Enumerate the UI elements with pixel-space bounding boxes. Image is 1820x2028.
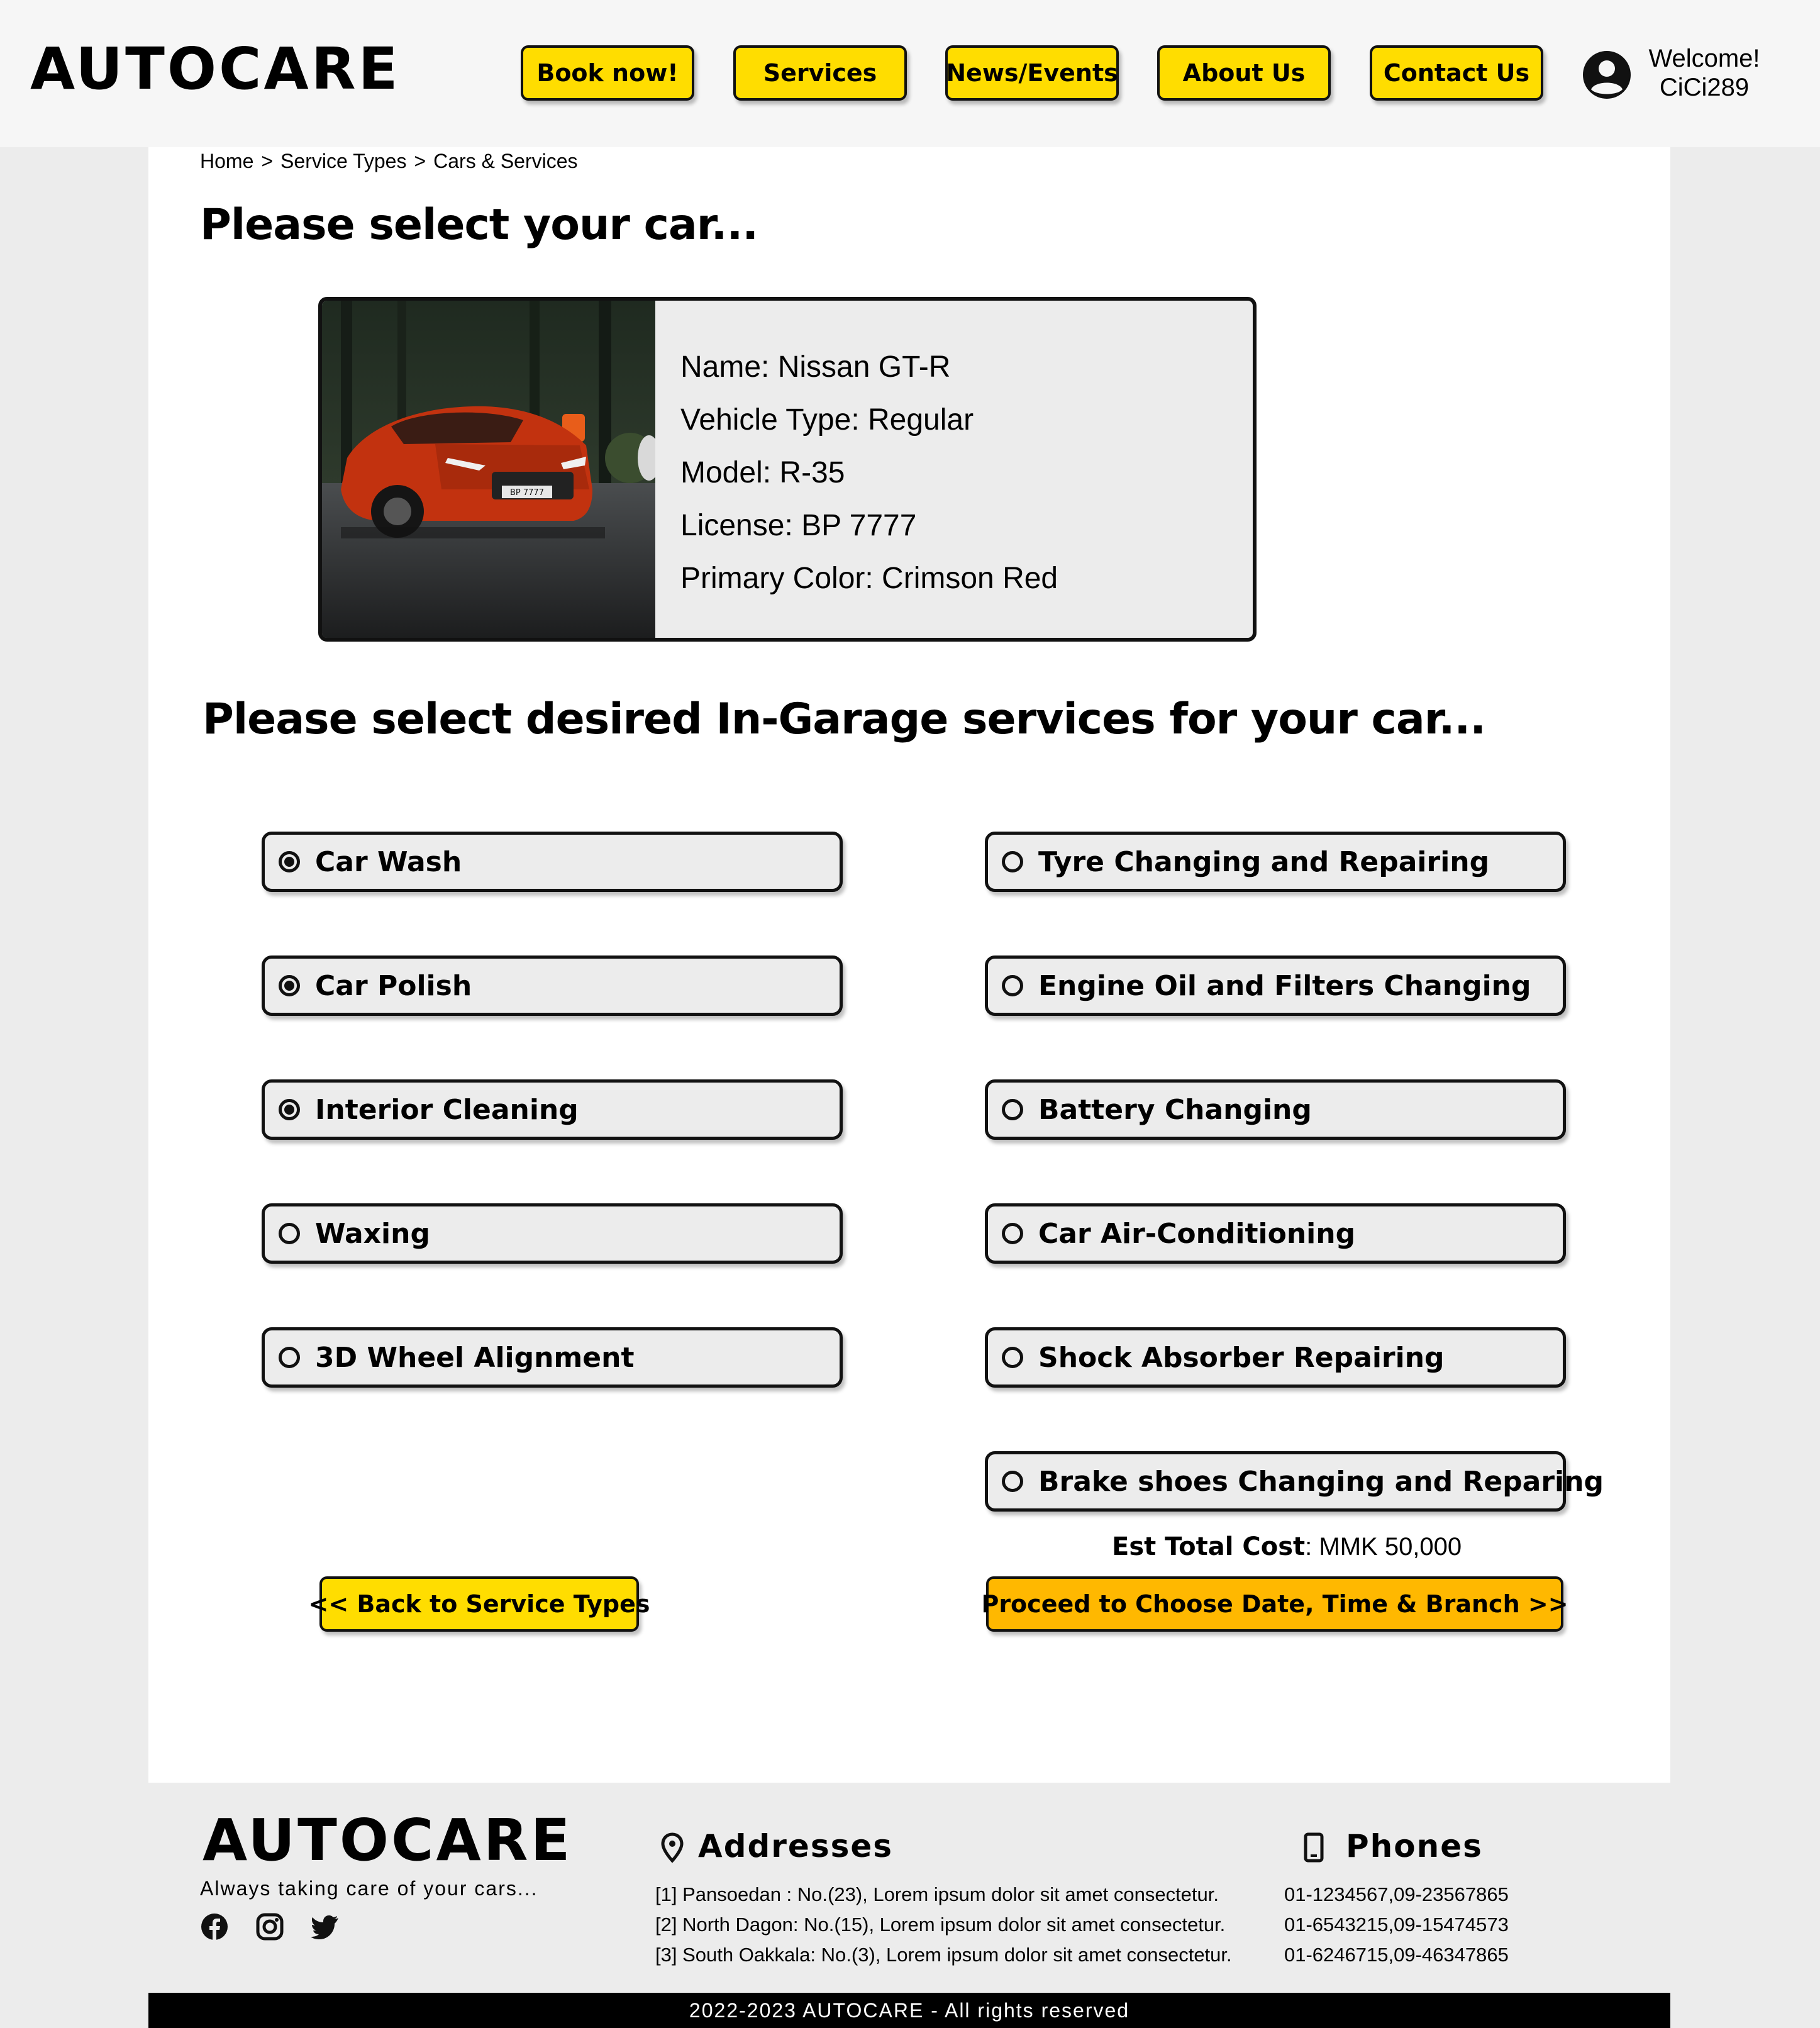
car-vehicle-type: Vehicle Type: Regular: [680, 403, 974, 437]
service-label: Car Wash: [315, 845, 462, 878]
footer-tagline: Always taking care of your cars...: [200, 1877, 538, 1900]
car-license: License: BP 7777: [680, 509, 917, 542]
service-label: Tyre Changing and Repairing: [1038, 845, 1490, 878]
radio-unselected-icon[interactable]: [1002, 975, 1023, 996]
estimated-total-cost: Est Total Cost: MMK 50,000: [1112, 1532, 1462, 1561]
welcome-label: Welcome!: [1648, 45, 1760, 72]
instagram-icon[interactable]: [255, 1912, 284, 1941]
car-details: Name: Nissan GT-R Vehicle Type: Regular …: [680, 341, 1058, 605]
cost-value: : MMK 50,000: [1305, 1533, 1462, 1561]
radio-selected-icon[interactable]: [279, 975, 300, 996]
service-option-engine-oil[interactable]: Engine Oil and Filters Changing: [985, 956, 1566, 1016]
service-option-air-conditioning[interactable]: Car Air-Conditioning: [985, 1203, 1566, 1264]
username-label[interactable]: CiCi289: [1635, 73, 1773, 102]
breadcrumb-separator: >: [414, 150, 426, 172]
phone-item[interactable]: 01-1234567,09-23567865: [1284, 1880, 1509, 1910]
phone-item[interactable]: 01-6246715,09-46347865: [1284, 1940, 1509, 1970]
service-option-car-wash[interactable]: Car Wash: [262, 832, 843, 892]
service-option-car-polish[interactable]: Car Polish: [262, 956, 843, 1016]
service-option-waxing[interactable]: Waxing: [262, 1203, 843, 1264]
service-option-battery-changing[interactable]: Battery Changing: [985, 1079, 1566, 1140]
user-account-icon[interactable]: [1581, 49, 1633, 101]
service-option-tyre-changing[interactable]: Tyre Changing and Repairing: [985, 832, 1566, 892]
car-card[interactable]: BP 7777 Name: Nissan GT-R Vehicle Type: …: [318, 297, 1257, 642]
breadcrumb-home-link[interactable]: Home: [200, 150, 253, 172]
addresses-heading: Addresses: [698, 1828, 894, 1864]
main-content: Home > Service Types > Cars & Services Pleas…: [148, 147, 1670, 1783]
site-logo[interactable]: AUTOCARE: [30, 40, 400, 98]
addresses-list: [1] Pansoedan : No.(23), Lorem ipsum dol…: [655, 1880, 1232, 1970]
nav-contact-us-button[interactable]: Contact Us: [1370, 45, 1543, 101]
address-item: [1] Pansoedan : No.(23), Lorem ipsum dol…: [655, 1883, 1219, 1905]
car-primary-color: Primary Color: Crimson Red: [680, 562, 1058, 595]
radio-selected-icon[interactable]: [279, 851, 300, 872]
nav-about-us-button[interactable]: About Us: [1157, 45, 1331, 101]
service-label: 3D Wheel Alignment: [315, 1341, 635, 1374]
breadcrumb-service-types-link[interactable]: Service Types: [280, 150, 406, 172]
radio-unselected-icon[interactable]: [1002, 1347, 1023, 1368]
service-label: Waxing: [315, 1217, 430, 1250]
service-label: Car Air-Conditioning: [1038, 1217, 1356, 1250]
service-option-shock-absorber[interactable]: Shock Absorber Repairing: [985, 1327, 1566, 1388]
phone-icon: [1304, 1832, 1324, 1863]
address-item: [2] North Dagon: No.(15), Lorem ipsum do…: [655, 1914, 1226, 1936]
footer-logo[interactable]: AUTOCARE: [203, 1812, 572, 1869]
select-services-heading: Please select desired In-Garage services…: [203, 694, 1486, 744]
twitter-icon[interactable]: [311, 1912, 340, 1941]
car-photo: BP 7777: [322, 301, 655, 638]
phones-list: 01-1234567,09-23567865 01-6543215,09-154…: [1284, 1880, 1509, 1970]
service-label: Battery Changing: [1038, 1093, 1312, 1126]
proceed-button[interactable]: Proceed to Choose Date, Time & Branch >>: [981, 1576, 1568, 1632]
nav-services-button[interactable]: Services: [733, 45, 907, 101]
car-model: Model: R-35: [680, 456, 845, 489]
back-to-service-types-button[interactable]: << Back to Service Types: [308, 1576, 650, 1632]
location-pin-icon: [661, 1832, 684, 1863]
service-option-interior-cleaning[interactable]: Interior Cleaning: [262, 1079, 843, 1140]
breadcrumb: Home > Service Types > Cars & Services: [200, 147, 582, 175]
copyright-bar: 2022-2023 AUTOCARE - All rights reserved: [148, 1993, 1670, 2028]
car-name: Name: Nissan GT-R: [680, 350, 951, 384]
service-label: Brake shoes Changing and Reparing: [1038, 1465, 1604, 1498]
nav-news-events-button[interactable]: News/Events: [945, 45, 1119, 101]
radio-unselected-icon[interactable]: [279, 1223, 300, 1244]
radio-selected-icon[interactable]: [279, 1099, 300, 1120]
address-item: [3] South Oakkala: No.(3), Lorem ipsum d…: [655, 1944, 1232, 1966]
phones-heading: Phones: [1346, 1828, 1483, 1864]
service-label: Engine Oil and Filters Changing: [1038, 969, 1531, 1002]
radio-unselected-icon[interactable]: [1002, 851, 1023, 872]
radio-unselected-icon[interactable]: [1002, 1099, 1023, 1120]
breadcrumb-separator: >: [261, 150, 274, 172]
license-plate-text: BP 7777: [510, 488, 544, 498]
phone-item[interactable]: 01-6543215,09-15474573: [1284, 1910, 1509, 1940]
facebook-icon[interactable]: [200, 1912, 229, 1941]
service-label: Car Polish: [315, 969, 472, 1002]
cost-label: Est Total Cost: [1112, 1532, 1306, 1561]
breadcrumb-current: Cars & Services: [433, 150, 578, 172]
service-option-brake-shoes[interactable]: Brake shoes Changing and Reparing: [985, 1451, 1604, 1512]
service-option-3d-wheel-alignment[interactable]: 3D Wheel Alignment: [262, 1327, 843, 1388]
nav-book-now-button[interactable]: Book now!: [521, 45, 694, 101]
service-label: Shock Absorber Repairing: [1038, 1341, 1445, 1374]
radio-unselected-icon[interactable]: [1002, 1471, 1023, 1492]
service-label: Interior Cleaning: [315, 1093, 579, 1126]
radio-unselected-icon[interactable]: [279, 1347, 300, 1368]
welcome-message: Welcome! CiCi289: [1635, 44, 1773, 102]
radio-unselected-icon[interactable]: [1002, 1223, 1023, 1244]
site-header: AUTOCARE Book now! Services News/Events …: [0, 0, 1820, 147]
select-car-heading: Please select your car...: [200, 200, 758, 250]
